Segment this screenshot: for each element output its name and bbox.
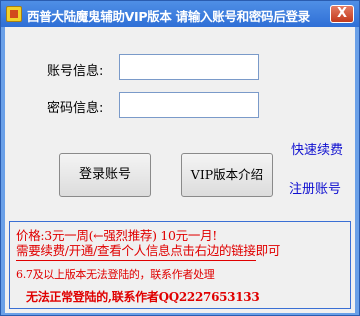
account-label: 账号信息: bbox=[47, 64, 104, 79]
version-notice-text: 6.7及以上版本无法登陆的，联系作者处理 bbox=[16, 268, 215, 281]
login-panel: 账号信息: 密码信息: 登录账号 VIP版本介绍 快速续费 注册账号 价格:3元… bbox=[5, 27, 355, 313]
password-label: 密码信息: bbox=[47, 101, 104, 116]
contact-text: 无法正常登陆的,联系作者QQ2227653133 bbox=[26, 290, 260, 304]
app-window: 西普大陆魔鬼辅助VIP版本 请输入账号和密码后登录 X 账号信息: 密码信息: … bbox=[0, 0, 360, 316]
title-bar[interactable]: 西普大陆魔鬼辅助VIP版本 请输入账号和密码后登录 X bbox=[1, 1, 359, 27]
renew-text: 需要续费/开通/查看个人信息点击右边的链接即可 bbox=[16, 243, 281, 258]
info-panel: 价格:3元一周(←强烈推荐) 10元一月! 需要续费/开通/查看个人信息点击右边… bbox=[9, 221, 351, 309]
app-icon bbox=[6, 6, 22, 22]
password-input[interactable] bbox=[119, 92, 259, 118]
quick-renew-link[interactable]: 快速续费 bbox=[291, 139, 343, 158]
login-button[interactable]: 登录账号 bbox=[59, 153, 151, 197]
separator-line bbox=[16, 260, 256, 261]
account-input[interactable] bbox=[119, 54, 259, 80]
vip-intro-button[interactable]: VIP版本介绍 bbox=[181, 153, 273, 197]
close-button[interactable]: X bbox=[330, 5, 354, 23]
window-title: 西普大陆魔鬼辅助VIP版本 请输入账号和密码后登录 bbox=[27, 9, 310, 24]
register-link[interactable]: 注册账号 bbox=[289, 178, 341, 197]
